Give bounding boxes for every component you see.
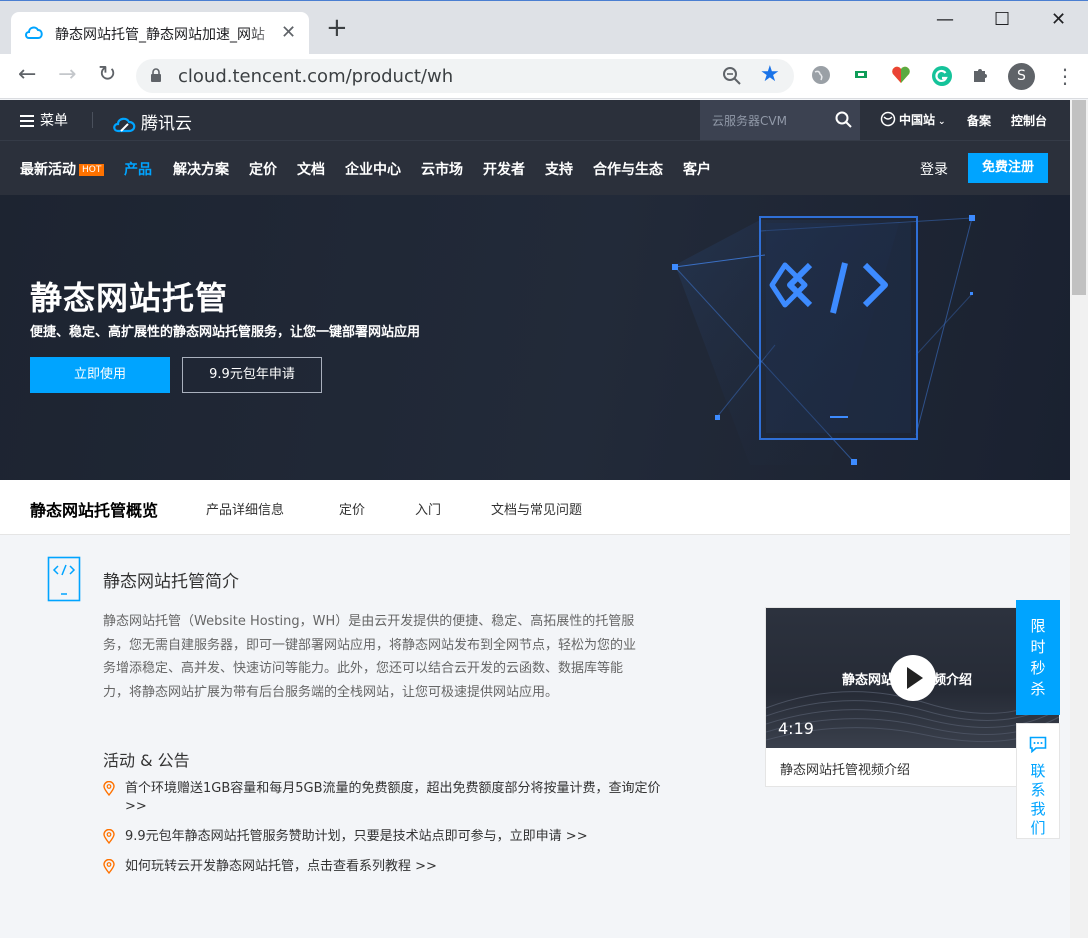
code-document-icon (47, 556, 81, 606)
scrollbar-thumb[interactable] (1072, 100, 1086, 295)
video-card[interactable]: 静态网站托管视频介绍 4:19 静态网站托管视频介绍 (765, 607, 1059, 787)
hero-banner: 静态网站托管 便捷、稳定、高扩展性的静态网站托管服务，让您一键部署网站应用 立即… (0, 195, 1070, 480)
browser-toolbar: ← → ↻ cloud.tencent.com/product/wh ★ S ⋮ (0, 54, 1088, 99)
menu-label: 菜单 (40, 113, 68, 129)
tab-close-icon[interactable]: ✕ (281, 22, 296, 43)
nav-item-latest-activities[interactable]: 最新活动 HOT (20, 159, 105, 179)
activity-item[interactable]: 如何玩转云开发静态网站托管，点击查看系列教程 >> (103, 858, 663, 876)
region-selector[interactable]: 中国站 ⌄ (880, 111, 946, 128)
intro-body: 静态网站托管（Website Hosting，WH）是由云开发提供的便捷、稳定、… (103, 614, 637, 700)
heart-extension-icon[interactable] (891, 65, 911, 89)
nav-item-customers[interactable]: 客户 (683, 159, 711, 179)
activity-text: 如何玩转云开发静态网站托管，点击查看系列教程 >> (125, 859, 437, 874)
url-text[interactable]: cloud.tencent.com/product/wh (178, 66, 453, 87)
play-button-icon[interactable] (890, 655, 936, 701)
tab-product-details[interactable]: 产品详细信息 (206, 499, 284, 518)
nav-item-docs[interactable]: 文档 (297, 159, 325, 179)
forward-arrow-icon[interactable]: → (58, 64, 76, 86)
window-minimize-button[interactable]: — (936, 9, 954, 30)
site-search-input[interactable]: 云服务器CVM (700, 100, 860, 140)
video-duration: 4:19 (778, 719, 814, 738)
browser-tab[interactable]: 静态网站托管_静态网站加速_网站 ✕ (11, 12, 309, 55)
chat-bubble-icon (1017, 736, 1059, 758)
reload-icon[interactable]: ↻ (98, 64, 116, 86)
region-label: 中国站 (899, 113, 936, 127)
window-maximize-button[interactable]: ☐ (994, 9, 1010, 30)
tencent-cloud-favicon-icon (24, 24, 44, 44)
annual-plan-button[interactable]: 9.9元包年申请 (182, 357, 322, 393)
location-pin-icon (103, 780, 115, 802)
new-tab-button[interactable]: + (326, 15, 348, 41)
tab-docs-faq[interactable]: 文档与常见问题 (491, 499, 582, 518)
extensions-puzzle-icon[interactable] (971, 65, 991, 89)
nav-item-pricing[interactable]: 定价 (249, 159, 277, 179)
hot-badge: HOT (79, 164, 105, 176)
search-icon[interactable] (835, 111, 852, 132)
use-now-button[interactable]: 立即使用 (30, 357, 170, 393)
globe-icon (880, 111, 896, 127)
activity-item[interactable]: 首个环境赠送1GB容量和每月5GB流量的免费额度，超出免费额度部分将按量计费，查… (103, 780, 663, 816)
contact-us-float-button[interactable]: 联系我们 (1016, 723, 1060, 839)
window-close-button[interactable]: ✕ (1051, 9, 1066, 30)
main-nav: 最新活动 HOT 产品 解决方案 定价 文档 企业中心 云市场 开发者 支持 合作… (0, 140, 1070, 195)
tab-pricing[interactable]: 定价 (339, 499, 365, 518)
page-scrollbar[interactable] (1070, 100, 1088, 938)
console-link[interactable]: 控制台 (1011, 112, 1047, 129)
activity-item[interactable]: 9.9元包年静态网站托管服务赞助计划，只要是技术站点即可参与，立即申请 >> (103, 828, 663, 846)
back-arrow-icon[interactable]: ← (18, 64, 36, 86)
lock-icon[interactable] (150, 68, 162, 87)
activity-text: 首个环境赠送1GB容量和每月5GB流量的免费额度，超出免费额度部分将按量计费，查… (125, 781, 661, 814)
tab-title: 静态网站托管_静态网站加速_网站 (55, 27, 265, 43)
site-top-bar: 菜单 腾讯云 云服务器CVM 中国站 ⌄ 备案 控制台 (0, 100, 1070, 140)
nav-item-partners[interactable]: 合作与生态 (593, 159, 663, 179)
product-subnav: 静态网站托管概览 产品详细信息 定价 入门 文档与常见问题 (0, 480, 1070, 535)
tencent-cloud-logo[interactable]: 腾讯云 (112, 109, 192, 134)
intro-title: 静态网站托管简介 (103, 572, 239, 592)
code-illustration (672, 215, 975, 465)
activities-title: 活动 & 公告 (103, 751, 190, 770)
menu-button[interactable]: 菜单 (20, 110, 68, 130)
overview-tab[interactable]: 静态网站托管概览 (30, 497, 158, 521)
nav-item-solutions[interactable]: 解决方案 (173, 159, 229, 179)
profile-avatar[interactable]: S (1008, 63, 1035, 90)
contact-us-label: 联系我们 (1030, 762, 1046, 837)
chevron-down-icon: ⌄ (938, 117, 946, 127)
nav-item-products[interactable]: 产品 (124, 159, 152, 179)
nav-item-marketplace[interactable]: 云市场 (421, 159, 463, 179)
video-caption[interactable]: 静态网站托管视频介绍 (780, 759, 910, 778)
search-placeholder: 云服务器CVM (712, 114, 787, 128)
location-pin-icon (103, 858, 115, 880)
hero-title: 静态网站托管 (30, 279, 229, 317)
browser-menu-icon[interactable]: ⋮ (1055, 64, 1075, 88)
bookmark-star-icon[interactable]: ★ (760, 62, 780, 87)
green-extension-icon[interactable] (852, 65, 870, 87)
location-pin-icon (103, 828, 115, 850)
cloud-logo-icon (113, 117, 136, 133)
address-bar[interactable]: cloud.tencent.com/product/wh ★ (136, 59, 794, 93)
flash-sale-float-button[interactable]: 限时秒杀 (1016, 600, 1060, 715)
browser-tab-strip: 静态网站托管_静态网站加速_网站 ✕ + — ☐ ✕ (0, 0, 1088, 55)
flash-sale-label: 限时秒杀 (1030, 617, 1046, 698)
globe-extension-icon[interactable] (811, 65, 831, 89)
nav-item-enterprise[interactable]: 企业中心 (345, 159, 401, 179)
zoom-icon[interactable] (722, 66, 742, 90)
tab-getting-started[interactable]: 入门 (415, 499, 441, 518)
nav-item-developers[interactable]: 开发者 (483, 159, 525, 179)
hamburger-icon (20, 115, 34, 127)
beian-link[interactable]: 备案 (967, 112, 991, 129)
login-link[interactable]: 登录 (920, 159, 948, 179)
activity-text: 9.9元包年静态网站托管服务赞助计划，只要是技术站点即可参与，立即申请 >> (125, 829, 588, 844)
grammarly-extension-icon[interactable] (931, 65, 953, 91)
nav-item-support[interactable]: 支持 (545, 159, 573, 179)
nav-item-label: 最新活动 (20, 162, 76, 178)
logo-text: 腾讯云 (141, 114, 192, 134)
register-button[interactable]: 免费注册 (968, 153, 1048, 183)
hero-subtitle: 便捷、稳定、高扩展性的静态网站托管服务，让您一键部署网站应用 (30, 325, 421, 340)
